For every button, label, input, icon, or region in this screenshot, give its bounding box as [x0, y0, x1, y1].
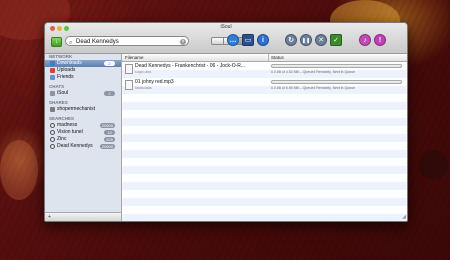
audio-file-icon: [125, 80, 133, 90]
search-field[interactable]: ⌕ Dead Kennedys ×: [65, 36, 189, 46]
count-badge: 2: [104, 91, 115, 96]
sidebar-action-bar: +: [45, 212, 121, 221]
wallpaper-petal-right: [418, 150, 448, 180]
download-arrow-icon[interactable]: ↓: [51, 37, 62, 47]
sidebar-item-label: Uploads: [57, 67, 76, 73]
row-status: 0.0 kB of 5.95 MB – Queued Remotely, Nex…: [271, 86, 355, 90]
sidebar-item-label: Vision tunel: [57, 129, 83, 135]
row-username: sugar.ultra: [135, 70, 152, 74]
isoul-window: iSoul ↓ ⌕ Dead Kennedys × … ▭ i ↻ ❚❚ ✕ ✓…: [44, 22, 408, 222]
search-icon: [50, 130, 55, 135]
stop-icon[interactable]: ✕: [315, 34, 327, 46]
search-icon: [50, 123, 55, 128]
sidebar: NETWORK Downloads 2 Uploads Friends CHAT…: [45, 54, 122, 221]
sidebar-item-friends[interactable]: Friends: [45, 74, 121, 81]
sidebar-item-label: Dead Kennedys: [57, 143, 93, 149]
wallpaper-flower-left: [0, 140, 38, 200]
alert-icon[interactable]: !: [374, 34, 386, 46]
sidebar-item-label: Zinc: [57, 136, 67, 142]
clear-search-icon[interactable]: ×: [180, 39, 186, 45]
sidebar-item-label: Friends: [57, 74, 74, 80]
row-status: 0.0 kB of 4.52 MB – Queued Remotely, Nex…: [271, 70, 355, 74]
column-divider[interactable]: [268, 54, 269, 61]
music-icon[interactable]: ♪: [359, 34, 371, 46]
row-username: tatatadada: [135, 86, 152, 90]
sidebar-item-label: Downloads: [57, 60, 82, 66]
table-row[interactable]: Dead Kennedys - Frankenchrist - 06 - Joc…: [122, 62, 407, 76]
row-filename: 01 johny red.mp3: [135, 79, 174, 85]
pause-icon[interactable]: ❚❚: [300, 34, 312, 46]
progress-bar: [271, 80, 402, 84]
sidebar-item-label: madness: [57, 122, 78, 128]
transfers-table: Filename Status Dead Kennedys - Frankenc…: [122, 54, 407, 221]
search-icon: [50, 137, 55, 142]
chat-icon: [50, 91, 55, 96]
clean-up-icon[interactable]: ✓: [330, 34, 342, 46]
chat-bubble-icon[interactable]: …: [227, 34, 239, 46]
column-header-status[interactable]: Status: [271, 54, 284, 61]
upload-icon: [50, 68, 55, 73]
magnifier-icon: ⌕: [69, 40, 73, 46]
count-badge: 15: [104, 130, 115, 135]
sidebar-item-isoul-chat[interactable]: iSoul 2: [45, 90, 121, 97]
toolbar: iSoul ↓ ⌕ Dead Kennedys × … ▭ i ↻ ❚❚ ✕ ✓…: [45, 23, 407, 54]
sidebar-item-search-dead-kennedys[interactable]: Dead Kennedys 20600: [45, 143, 121, 150]
add-button[interactable]: +: [48, 213, 51, 221]
search-icon: [50, 144, 55, 149]
count-badge: 20600: [99, 144, 115, 149]
column-header-filename[interactable]: Filename: [125, 54, 144, 61]
count-badge: 2: [104, 61, 115, 66]
sidebar-item-search-zinc[interactable]: Zinc 225: [45, 136, 121, 143]
file-icon: [125, 64, 133, 74]
shared-folder-icon: [50, 107, 55, 112]
friends-icon: [50, 75, 55, 80]
sidebar-item-search-vision-tunel[interactable]: Vision tunel 15: [45, 129, 121, 136]
window-title: iSoul: [220, 24, 232, 30]
sidebar-item-search-madness[interactable]: madness 20600: [45, 122, 121, 129]
sidebar-item-label: iSoul: [57, 90, 69, 96]
monitor-icon[interactable]: ▭: [242, 34, 254, 46]
table-row[interactable]: 01 johny red.mp3 tatatadada 0.0 kB of 5.…: [122, 78, 407, 92]
row-filename: Dead Kennedys - Frankenchrist - 06 - Joc…: [135, 63, 246, 69]
sidebar-item-uploads[interactable]: Uploads: [45, 67, 121, 74]
resize-grip-icon[interactable]: ◢: [402, 214, 406, 220]
download-icon: [50, 61, 55, 66]
resume-icon[interactable]: ↻: [285, 34, 297, 46]
count-badge: 225: [104, 137, 115, 142]
count-badge: 20600: [99, 123, 115, 128]
info-icon[interactable]: i: [257, 34, 269, 46]
sidebar-item-share-user[interactable]: shopermechanist: [45, 106, 121, 113]
search-value: Dead Kennedys: [76, 39, 119, 45]
table-body: Dead Kennedys - Frankenchrist - 06 - Joc…: [122, 62, 407, 221]
sidebar-item-downloads[interactable]: Downloads 2: [45, 60, 121, 67]
progress-bar: [271, 64, 402, 68]
table-header: Filename Status: [122, 54, 407, 62]
sidebar-item-label: shopermechanist: [57, 106, 96, 112]
